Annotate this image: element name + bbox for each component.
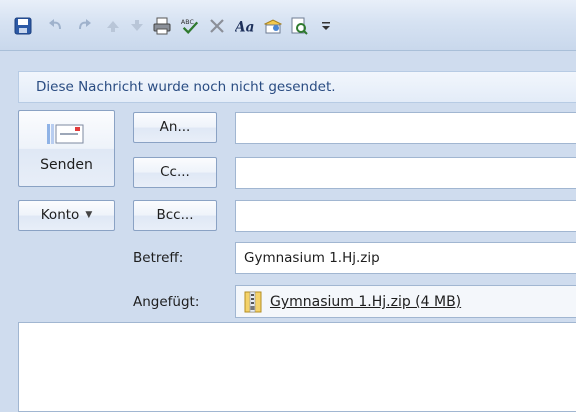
print-icon[interactable] (152, 16, 172, 36)
envelope-icon (45, 121, 85, 147)
zip-file-icon (244, 291, 262, 313)
to-button[interactable]: An... (133, 112, 217, 143)
format-text-icon[interactable]: Aa (235, 16, 255, 36)
account-label: Konto (40, 207, 80, 223)
bcc-button[interactable]: Bcc... (133, 200, 217, 231)
preview-icon[interactable] (289, 16, 309, 36)
send-button[interactable]: Senden (18, 110, 115, 187)
attached-label: Angefügt: (133, 294, 200, 310)
cc-field[interactable] (235, 157, 576, 189)
customize-icon[interactable] (316, 16, 336, 36)
address-book-icon[interactable] (263, 16, 283, 36)
account-button[interactable]: Konto ▼ (18, 200, 115, 231)
svg-text:Aa: Aa (235, 19, 254, 35)
cc-button[interactable]: Cc... (133, 157, 217, 188)
up-arrow-icon[interactable] (103, 16, 123, 36)
bcc-field[interactable] (235, 200, 576, 232)
down-arrow-icon[interactable] (127, 16, 147, 36)
quick-access-toolbar: ABC Aa (0, 0, 576, 51)
attachment-link[interactable]: Gymnasium 1.Hj.zip (4 MB) (270, 294, 461, 310)
chevron-down-icon: ▼ (85, 210, 93, 220)
save-icon[interactable] (13, 16, 33, 36)
attachment-area: Gymnasium 1.Hj.zip (4 MB) (235, 285, 576, 318)
message-body[interactable] (18, 322, 576, 412)
spelling-icon[interactable]: ABC (180, 16, 200, 36)
delete-icon[interactable] (207, 16, 227, 36)
undo-icon[interactable] (46, 16, 66, 36)
info-bar: Diese Nachricht wurde noch nicht gesende… (18, 71, 576, 103)
subject-label: Betreff: (133, 250, 184, 266)
to-field[interactable] (235, 112, 576, 144)
svg-text:ABC: ABC (181, 19, 195, 26)
redo-icon[interactable] (74, 16, 94, 36)
send-label: Senden (40, 157, 93, 173)
subject-field[interactable]: Gymnasium 1.Hj.zip (235, 242, 576, 274)
